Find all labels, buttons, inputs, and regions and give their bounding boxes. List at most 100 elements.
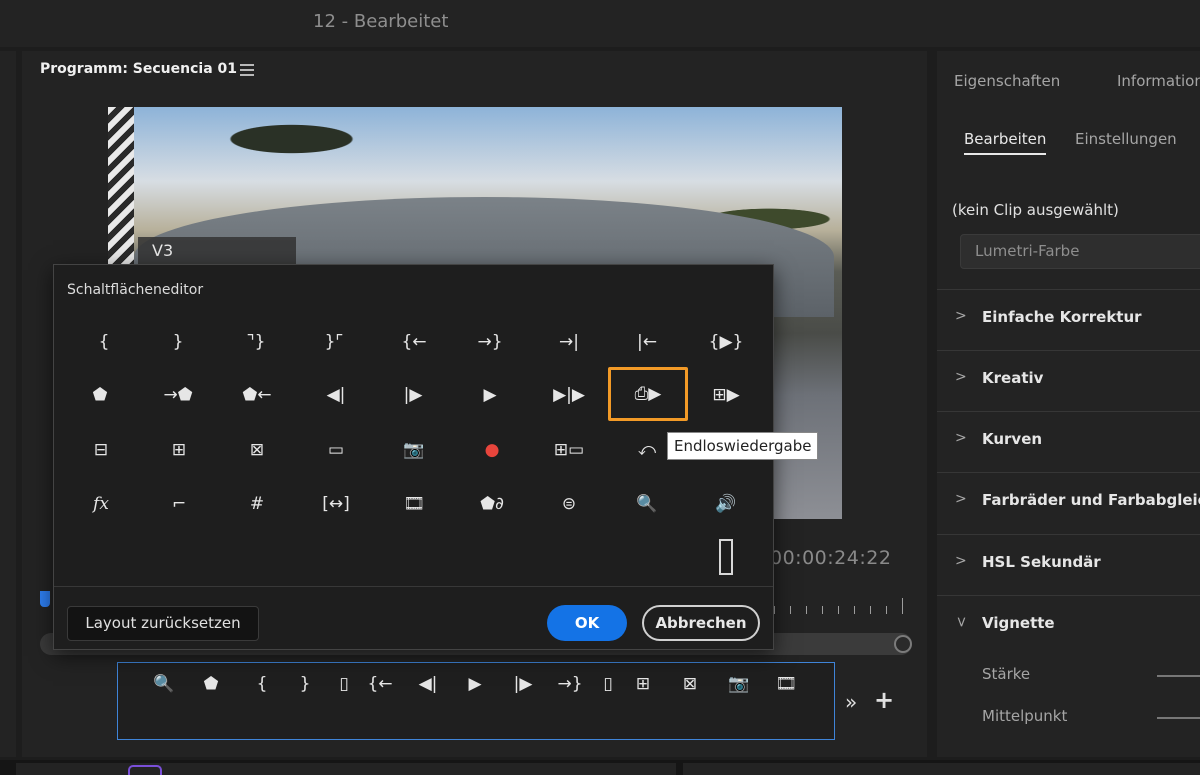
reset-layout-button[interactable]: Layout zurücksetzen: [67, 606, 259, 641]
go-to-next-edit-icon[interactable]: →|: [546, 322, 592, 362]
bottom-panels-edge: [0, 760, 1200, 775]
section-creative[interactable]: > Kreativ: [937, 350, 1200, 411]
section-label: Kurven: [982, 430, 1043, 448]
transport-control-icon[interactable]: ⌐: [156, 484, 202, 524]
mark-in-icon[interactable]: {: [247, 671, 277, 697]
camera-icon[interactable]: 📷: [391, 430, 437, 470]
vignette-amount-label: Stärke: [982, 665, 1031, 683]
export-frame-zoom-icon[interactable]: 🔍: [149, 671, 179, 697]
mark-clip-icon[interactable]: ⌝}: [233, 322, 279, 362]
cancel-button[interactable]: Abbrechen: [642, 605, 760, 641]
play-icon[interactable]: ▶: [467, 375, 513, 415]
film-strip-icon[interactable]: 🎞: [391, 484, 437, 524]
step-back-icon[interactable]: ◀|: [413, 671, 443, 697]
subtab-settings[interactable]: Einstellungen: [1075, 130, 1177, 148]
film-strip-icon[interactable]: 🎞: [771, 671, 801, 697]
trim-icon[interactable]: [↔]: [313, 484, 359, 524]
purple-tab-edge: [128, 765, 162, 775]
loop-playback-icon[interactable]: ⎙▶: [608, 367, 688, 421]
chevron-right-icon: >: [955, 553, 967, 569]
spacer-icon[interactable]: ▯: [593, 671, 623, 697]
volume-icon[interactable]: 🔊: [703, 484, 749, 524]
overwrite-icon[interactable]: ⊟: [78, 430, 124, 470]
export-frame-zoom-icon[interactable]: 🔍: [624, 484, 670, 524]
zoom-scrollbar-handle[interactable]: [894, 635, 912, 653]
duration-timecode[interactable]: 00:00:24:22: [770, 547, 891, 569]
chevron-down-icon: >: [952, 616, 969, 628]
play-icon[interactable]: ▶: [460, 671, 490, 697]
video-track-label: V3: [138, 237, 296, 267]
loop-icon[interactable]: ⤺: [624, 430, 670, 470]
vignette-midpoint-slider[interactable]: [1157, 717, 1200, 719]
playhead[interactable]: [40, 591, 50, 607]
chevron-right-icon: >: [955, 369, 967, 385]
section-color-wheels[interactable]: > Farbräder und Farbabgleich: [937, 472, 1200, 533]
go-to-previous-marker-icon[interactable]: ⬟←: [234, 375, 280, 415]
chevron-right-icon: >: [955, 491, 967, 507]
bottom-panel-left: [16, 763, 676, 775]
transport-button-bar: 🔍 ⬟ { } ▯ {← ◀| ▶ |▶ →} ▯ ⊞ ⊠ 📷 🎞: [117, 662, 835, 740]
button-editor-plus-icon[interactable]: +: [874, 686, 894, 714]
tab-properties[interactable]: Eigenschaften: [954, 72, 1060, 90]
go-to-previous-edit-icon[interactable]: |←: [624, 322, 670, 362]
mark-out-icon[interactable]: }: [155, 322, 201, 362]
subtab-edit[interactable]: Bearbeiten: [964, 130, 1047, 155]
chevron-right-icon: >: [955, 430, 967, 446]
go-to-in-icon[interactable]: {←: [391, 322, 437, 362]
go-to-out-icon[interactable]: →}: [555, 671, 585, 697]
lift-icon[interactable]: ⊞: [628, 671, 658, 697]
add-marker-icon[interactable]: ⬟: [196, 671, 226, 697]
section-label: Vignette: [982, 614, 1055, 632]
record-icon[interactable]: ●: [469, 430, 515, 470]
multi-camera-icon[interactable]: ⊞▭: [546, 430, 592, 470]
section-curves[interactable]: > Kurven: [937, 411, 1200, 472]
overflow-chevron-icon[interactable]: »: [845, 690, 857, 714]
add-marker-icon[interactable]: ⬟: [77, 375, 123, 415]
guides-icon[interactable]: #: [234, 484, 280, 524]
properties-panel: Eigenschaften Informationen Bearbeiten E…: [937, 51, 1200, 757]
ok-button[interactable]: OK: [547, 605, 627, 641]
vignette-amount-slider[interactable]: [1157, 675, 1200, 677]
vr-video-icon[interactable]: ⊜: [546, 484, 592, 524]
play-around-icon[interactable]: ▶|▶: [546, 375, 592, 415]
step-forward-icon[interactable]: |▶: [390, 375, 436, 415]
button-editor-dialog: Schaltflächeneditor { } ⌝} }⌜ {← →} →| |…: [53, 264, 774, 650]
marker-link-icon[interactable]: ⬟∂: [469, 484, 515, 524]
go-to-next-marker-icon[interactable]: →⬟: [155, 375, 201, 415]
dialog-divider: [54, 586, 773, 587]
tab-info[interactable]: Informationen: [1117, 72, 1200, 90]
vignette-midpoint-label: Mittelpunkt: [982, 707, 1068, 725]
go-to-out-icon[interactable]: →}: [467, 322, 513, 362]
program-monitor-title: Programm: Secuencia 01: [40, 61, 238, 77]
insert-icon[interactable]: ⊞▶: [703, 375, 749, 415]
dialog-title: Schaltflächeneditor: [67, 282, 204, 298]
window-title: 12 - Bearbeitet: [313, 11, 449, 32]
chevron-right-icon: >: [955, 308, 967, 324]
lift-icon[interactable]: ⊞: [156, 430, 202, 470]
mark-out-icon[interactable]: }: [290, 671, 320, 697]
section-label: HSL Sekundär: [982, 553, 1101, 571]
fx-bypass-icon[interactable]: fx: [78, 484, 124, 524]
mark-in-icon[interactable]: {: [81, 322, 127, 362]
clear-in-icon[interactable]: }⌜: [311, 322, 357, 362]
extract-icon[interactable]: ⊠: [234, 430, 280, 470]
effect-dropdown[interactable]: Lumetri-Farbe: [960, 234, 1200, 269]
go-to-in-icon[interactable]: {←: [365, 671, 395, 697]
camera-icon[interactable]: 📷: [724, 671, 754, 697]
spacer-icon[interactable]: [703, 537, 749, 577]
section-hsl-secondary[interactable]: > HSL Sekundär: [937, 534, 1200, 595]
play-in-to-out-icon[interactable]: {▶}: [703, 322, 749, 362]
step-back-icon[interactable]: ◀|: [313, 375, 359, 415]
step-forward-icon[interactable]: |▶: [508, 671, 538, 697]
bottom-panel-right: [683, 763, 1200, 775]
spacer-icon[interactable]: ▯: [329, 671, 359, 697]
section-label: Einfache Korrektur: [982, 308, 1142, 326]
tooltip: Endloswiedergabe: [667, 432, 819, 460]
time-ruler[interactable]: [770, 596, 907, 614]
extract-icon[interactable]: ⊠: [675, 671, 705, 697]
section-vignette[interactable]: > Vignette: [937, 595, 1200, 656]
left-panel-edge: [0, 51, 16, 757]
panel-menu-icon[interactable]: [240, 61, 254, 77]
section-basic-correction[interactable]: > Einfache Korrektur: [937, 289, 1200, 350]
safe-margins-icon[interactable]: ▭: [313, 430, 359, 470]
